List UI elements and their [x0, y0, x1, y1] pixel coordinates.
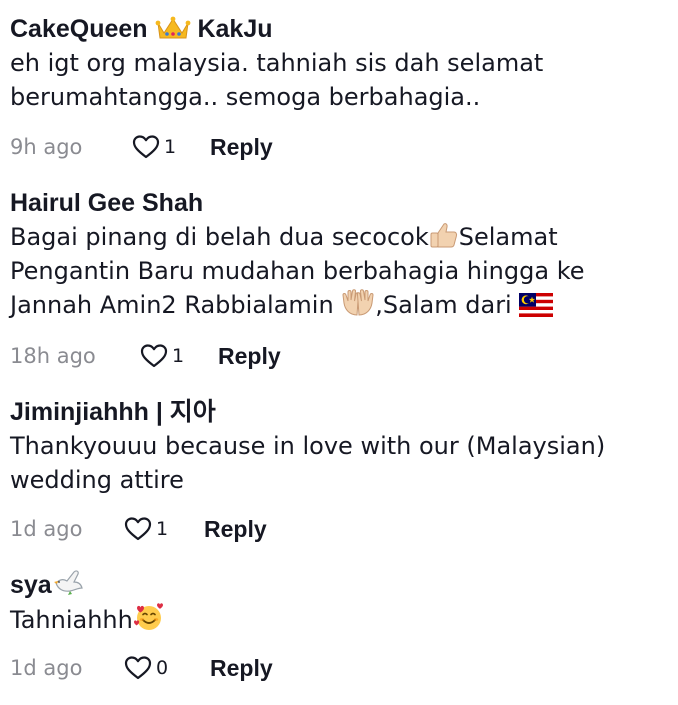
- reply-button[interactable]: Reply: [204, 516, 267, 543]
- comment-meta: 1d ago 1 Reply: [10, 514, 267, 544]
- like-button[interactable]: 1: [124, 516, 204, 542]
- comment-line-segment: Bagai pinang di belah dua secocok: [10, 223, 429, 251]
- heart-outline-icon: [132, 135, 160, 159]
- like-button[interactable]: 1: [132, 134, 210, 160]
- comment-line: Tahniahhh: [10, 606, 133, 634]
- comment-item: Hairul Gee Shah Bagai pinang di belah du…: [10, 188, 668, 369]
- comment-time: 1d ago: [10, 656, 83, 680]
- crown-emoji: [155, 16, 190, 39]
- comment-text: eh igt org malaysia. tahniah sis dah sel…: [10, 46, 668, 114]
- comment-meta: 9h ago 1 Reply: [10, 132, 273, 162]
- reply-button[interactable]: Reply: [218, 343, 281, 370]
- comment-username[interactable]: sya: [10, 569, 668, 600]
- comment-item: CakeQueen KakJu eh igt org malaysia. tah…: [10, 14, 668, 160]
- comment-line: Thankyouuu because in love with our (Mal…: [10, 432, 606, 460]
- comment-line-segment: Selamat: [458, 223, 558, 251]
- comment-item: sya Tahniahhh 1d ago 0 Reply: [10, 569, 668, 681]
- thumbs-up-emoji: [430, 223, 457, 248]
- comment-line-segment: ,Salam dari: [375, 291, 520, 319]
- comment-text: Thankyouuu because in love with our (Mal…: [10, 429, 668, 497]
- comment-item: Jiminjiahhh | 지아 Thankyouuu because in l…: [10, 397, 668, 542]
- like-count: 1: [156, 518, 169, 540]
- comment-text: Tahniahhh: [10, 602, 668, 637]
- comment-username[interactable]: Hairul Gee Shah: [10, 188, 668, 218]
- smiling-face-with-hearts-emoji: [133, 603, 163, 630]
- reply-button[interactable]: Reply: [210, 655, 273, 682]
- like-count: 0: [156, 657, 169, 679]
- reply-button[interactable]: Reply: [210, 134, 273, 161]
- comment-line-segment: Jannah Amin2 Rabbialamin: [10, 291, 342, 319]
- username-text: sya: [10, 571, 52, 599]
- comment-username[interactable]: CakeQueen KakJu: [10, 14, 668, 44]
- comment-time: 1d ago: [10, 517, 83, 541]
- comment-meta: 18h ago 1 Reply: [10, 341, 281, 371]
- comment-time: 18h ago: [10, 344, 96, 368]
- like-button[interactable]: 0: [124, 655, 210, 681]
- comment-line: Jannah Amin2 Rabbialamin ,Salam dari: [10, 288, 668, 322]
- comment-line: berumahtangga.. semoga berbahagia..: [10, 83, 481, 111]
- comment-text: Bagai pinang di belah dua secocok Selama…: [10, 220, 668, 322]
- comment-username[interactable]: Jiminjiahhh | 지아: [10, 397, 668, 427]
- dove-emoji: [53, 570, 83, 595]
- palms-up-emoji: [342, 289, 374, 316]
- comment-meta: 1d ago 0 Reply: [10, 653, 273, 683]
- like-button[interactable]: 1: [140, 343, 218, 369]
- heart-outline-icon: [124, 656, 152, 680]
- comment-time: 9h ago: [10, 135, 83, 159]
- comment-line: wedding attire: [10, 466, 184, 494]
- username-prefix: CakeQueen: [10, 15, 148, 43]
- comment-line: eh igt org malaysia. tahniah sis dah sel…: [10, 49, 544, 77]
- username-suffix: KakJu: [197, 15, 273, 43]
- comment-line: Bagai pinang di belah dua secocok Selama…: [10, 220, 668, 254]
- malaysia-flag-emoji: [519, 293, 554, 317]
- heart-outline-icon: [124, 517, 152, 541]
- heart-outline-icon: [140, 344, 168, 368]
- comment-line: Pengantin Baru mudahan berbahagia hingga…: [10, 257, 585, 285]
- like-count: 1: [172, 345, 185, 367]
- like-count: 1: [164, 136, 177, 158]
